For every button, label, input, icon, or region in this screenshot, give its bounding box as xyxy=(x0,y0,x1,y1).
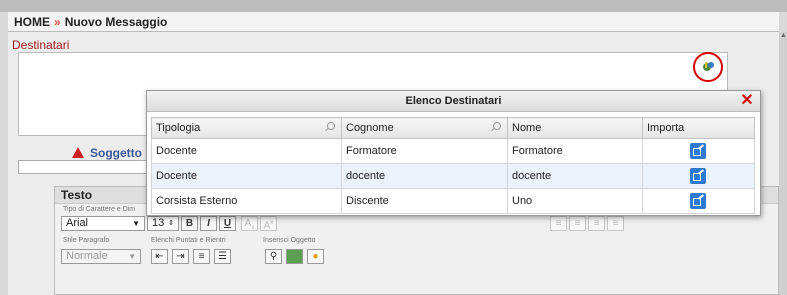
subscript-button[interactable]: Ax xyxy=(241,216,258,231)
warning-icon xyxy=(72,147,84,158)
import-icon[interactable] xyxy=(690,193,706,209)
breadcrumb: HOME » Nuovo Messaggio xyxy=(8,12,779,32)
stepper-icon: ⇕ xyxy=(168,220,174,227)
column-header-tipologia[interactable]: Tipologia xyxy=(151,117,342,139)
column-header-label: Importa xyxy=(647,122,685,134)
outdent-icon[interactable]: ⇤ xyxy=(151,249,168,264)
breadcrumb-current: Nuovo Messaggio xyxy=(64,15,168,29)
align-right-icon[interactable]: ≡ xyxy=(588,216,605,231)
cell-tipologia: Docente xyxy=(151,138,342,164)
search-icon[interactable] xyxy=(493,122,501,130)
cell-importa xyxy=(642,163,755,189)
bold-button[interactable]: B xyxy=(181,216,198,231)
align-center-icon[interactable]: ≡ xyxy=(569,216,586,231)
breadcrumb-home-link[interactable]: HOME xyxy=(14,15,50,29)
font-group-label: Tipo di Carattere e Dim xyxy=(63,206,136,213)
paragraph-group-label: Stile Paragrafo xyxy=(63,237,110,244)
superscript-button[interactable]: Ax xyxy=(260,216,277,231)
recipients-table: Tipologia Cognome Nome Importa Docente F… xyxy=(151,117,755,214)
table-row[interactable]: Docente Formatore Formatore xyxy=(151,138,755,164)
align-justify-icon[interactable]: ≡ xyxy=(607,216,624,231)
font-size-select[interactable]: 13 ⇕ xyxy=(147,216,179,231)
cell-cognome: Discente xyxy=(341,188,508,214)
bullet-list-icon[interactable]: ≡ xyxy=(193,249,210,264)
table-row[interactable]: Corsista Esterno Discente Uno xyxy=(151,188,755,214)
insert-group-label: Inserisci Oggetto xyxy=(263,237,316,244)
column-header-cognome[interactable]: Cognome xyxy=(341,117,508,139)
column-header-importa: Importa xyxy=(642,117,755,139)
page-scrollbar[interactable]: ▲ xyxy=(779,32,787,295)
cell-cognome: docente xyxy=(341,163,508,189)
subject-input[interactable] xyxy=(18,160,150,174)
numbered-list-icon[interactable]: ☰ xyxy=(214,249,231,264)
import-icon[interactable] xyxy=(690,168,706,184)
font-family-value: Arial xyxy=(66,217,89,229)
highlight-circle xyxy=(693,52,723,82)
underline-button[interactable]: U xyxy=(219,216,236,231)
cell-cognome: Formatore xyxy=(341,138,508,164)
dialog-title: Elenco Destinatari xyxy=(147,91,760,112)
recipients-label: Destinatari xyxy=(12,38,70,52)
import-icon[interactable] xyxy=(690,143,706,159)
cell-importa xyxy=(642,188,755,214)
font-family-select[interactable]: Arial ▼ xyxy=(61,216,145,231)
indent-icon[interactable]: ⇥ xyxy=(172,249,189,264)
add-recipient-icon[interactable] xyxy=(702,60,715,73)
paragraph-style-select[interactable]: Normale ▼ xyxy=(61,249,141,264)
column-header-nome[interactable]: Nome xyxy=(507,117,643,139)
paragraph-style-value: Normale xyxy=(66,250,108,262)
table-row[interactable]: Docente docente docente xyxy=(151,163,755,189)
column-header-label: Nome xyxy=(512,122,542,134)
cell-nome: Formatore xyxy=(507,138,643,164)
table-header-row: Tipologia Cognome Nome Importa xyxy=(151,117,755,139)
cell-tipologia: Corsista Esterno xyxy=(151,188,342,214)
close-icon[interactable]: ✕ xyxy=(737,91,757,111)
subject-label-text: Soggetto xyxy=(90,146,142,160)
image-icon[interactable] xyxy=(286,249,303,264)
scroll-up-arrow-icon[interactable]: ▲ xyxy=(780,32,787,40)
column-header-label: Tipologia xyxy=(156,122,201,134)
lists-group-label: Elenchi Puntati e Rientri xyxy=(151,237,226,244)
cell-importa xyxy=(642,138,755,164)
cell-nome: docente xyxy=(507,163,643,189)
recipients-dialog: Elenco Destinatari ✕ Tipologia Cognome N… xyxy=(146,90,761,216)
chevron-down-icon: ▼ xyxy=(128,252,136,261)
italic-button[interactable]: I xyxy=(200,216,217,231)
link-icon[interactable]: ⚲ xyxy=(265,249,282,264)
cell-nome: Uno xyxy=(507,188,643,214)
lightbulb-icon[interactable]: ● xyxy=(307,249,324,264)
breadcrumb-separator: » xyxy=(54,15,61,29)
subject-label: Soggetto xyxy=(72,146,142,160)
search-icon[interactable] xyxy=(327,122,335,130)
column-header-label: Cognome xyxy=(346,122,394,134)
chevron-down-icon: ▼ xyxy=(132,219,140,228)
align-left-icon[interactable]: ≡ xyxy=(550,216,567,231)
cell-tipologia: Docente xyxy=(151,163,342,189)
window-top-strip xyxy=(0,0,787,12)
font-size-value: 13 xyxy=(152,217,165,229)
